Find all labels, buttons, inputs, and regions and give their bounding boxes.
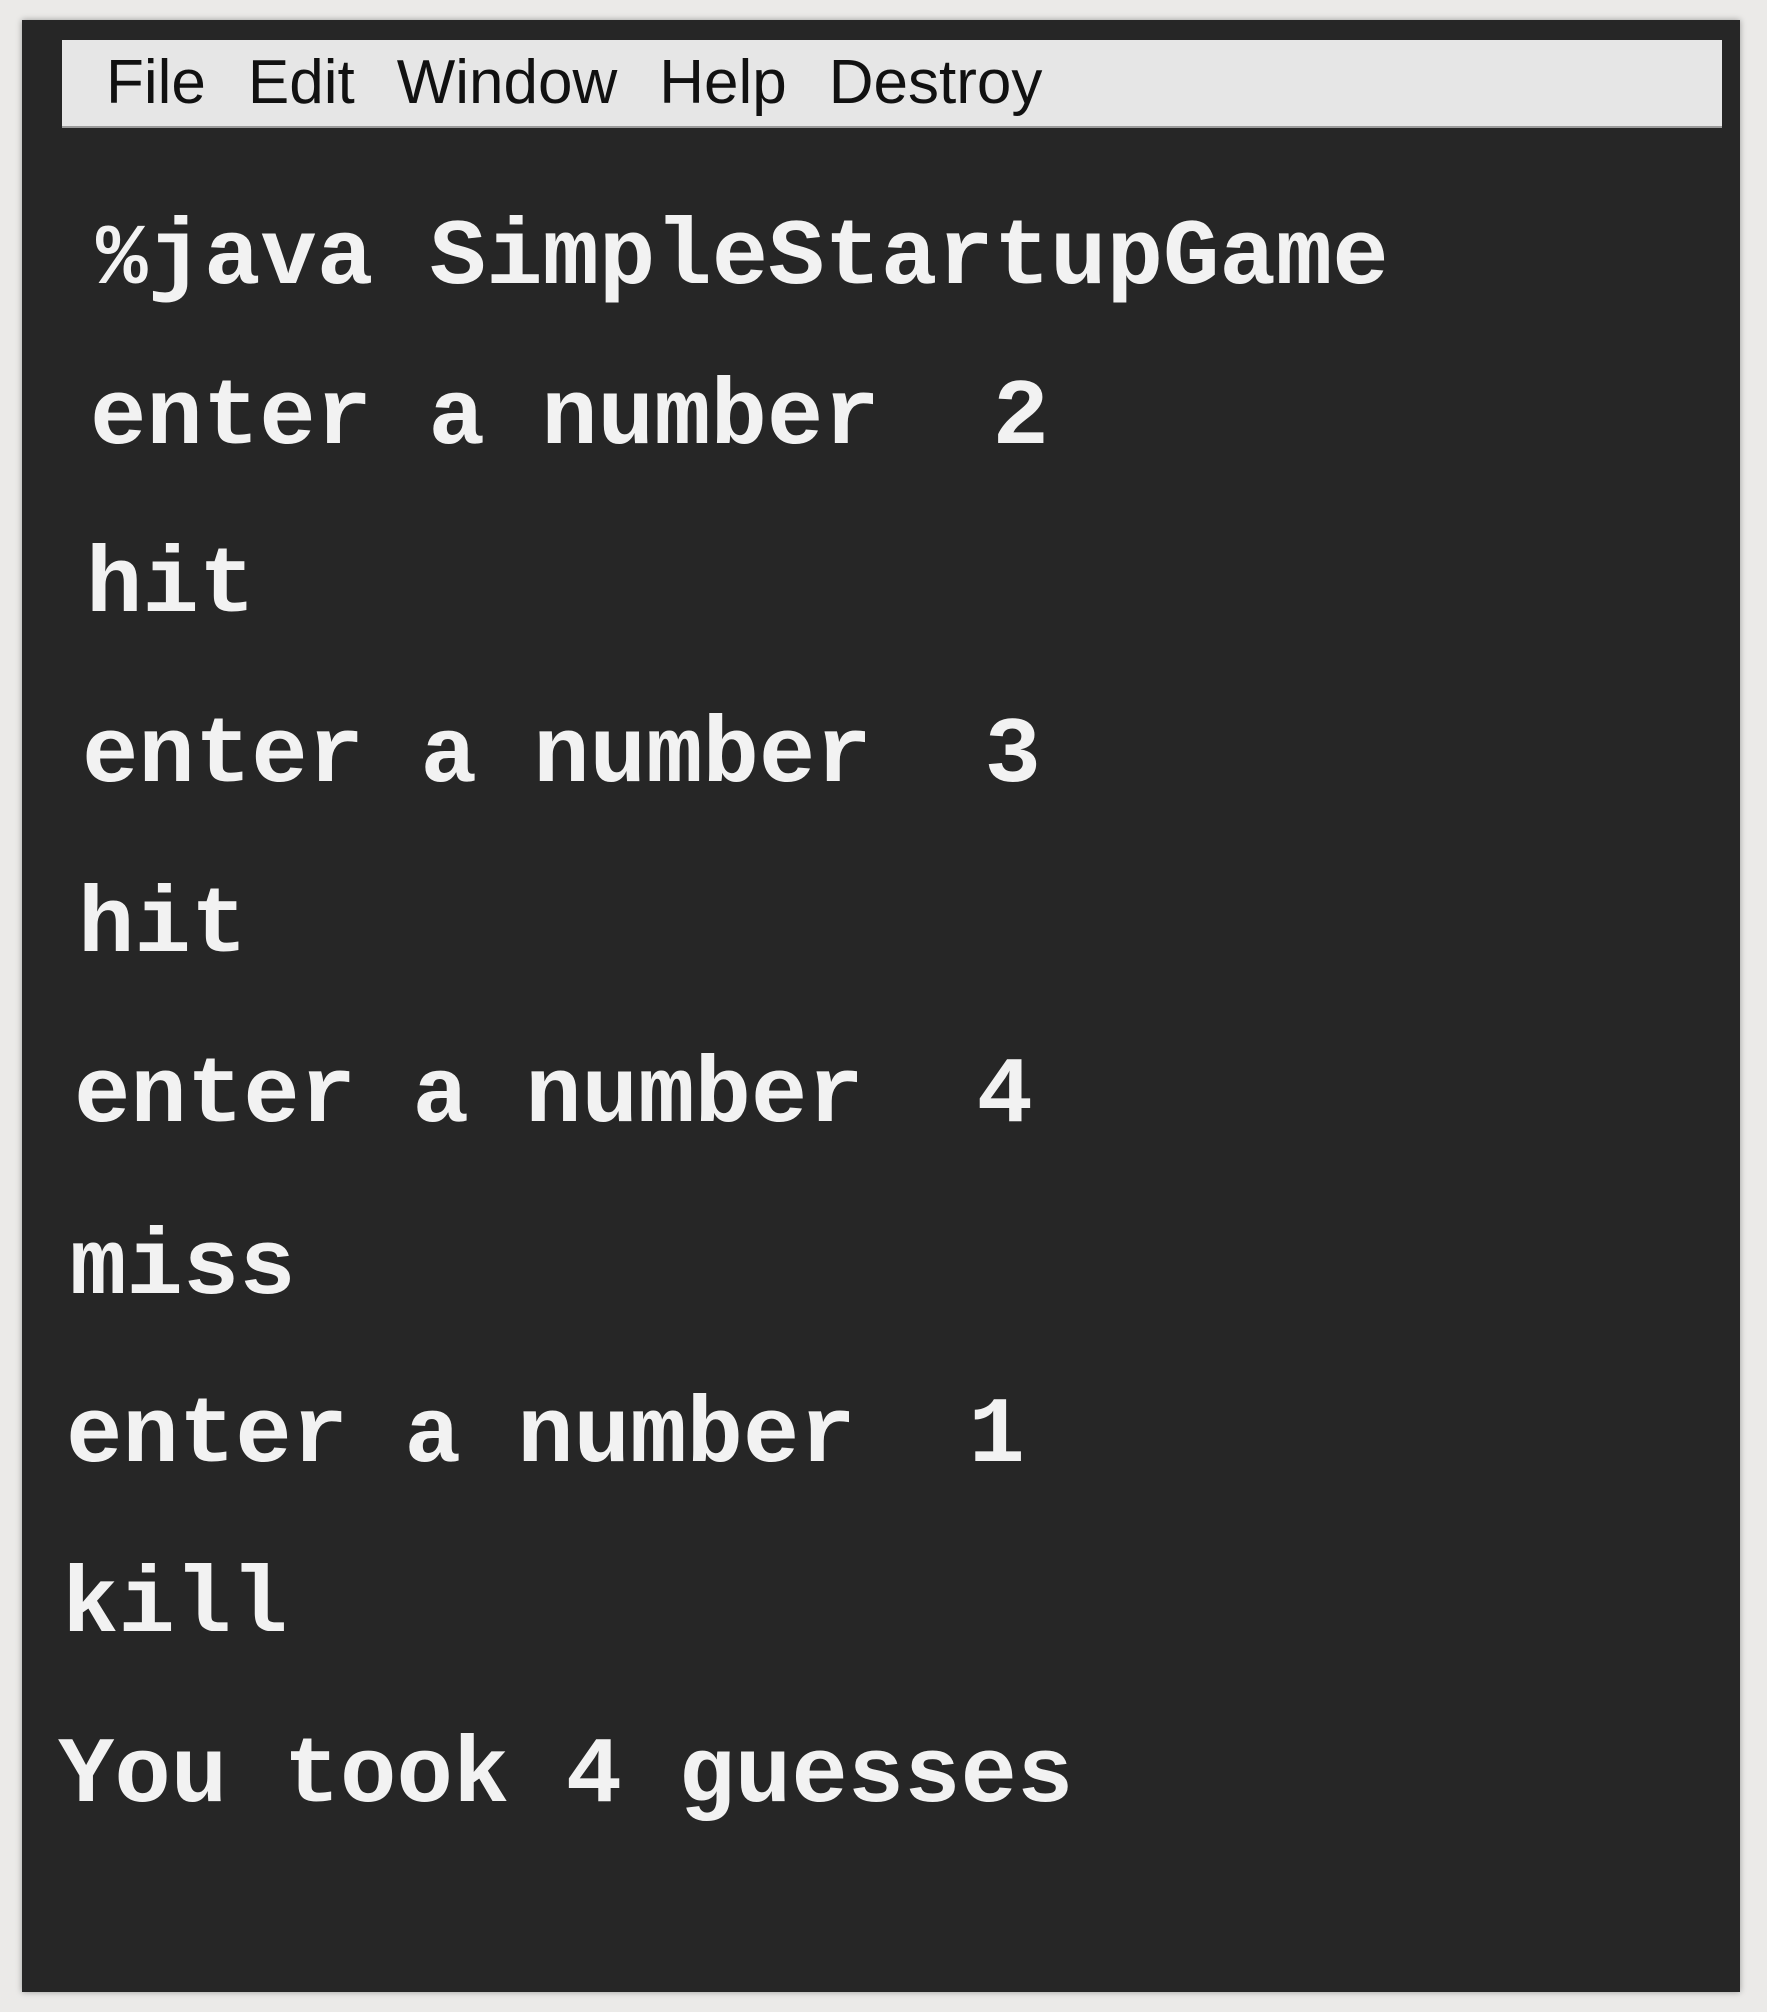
menu-item-edit[interactable]: Edit [248, 52, 355, 114]
menu-item-window[interactable]: Window [397, 52, 618, 114]
console-line: enter a number 3 [82, 704, 1041, 810]
console-line: miss [70, 1216, 296, 1322]
menu-item-destroy[interactable]: Destroy [829, 52, 1043, 114]
console-line: kill [62, 1554, 288, 1660]
console-line: hit [78, 874, 248, 980]
console-line: enter a number 4 [74, 1044, 1033, 1150]
command-line: %java SimpleStartupGame [96, 212, 1389, 306]
terminal-window: File Edit Window Help Destroy %java Simp… [22, 20, 1740, 1992]
menu-item-help[interactable]: Help [659, 52, 787, 114]
command-text: java SimpleStartupGame [147, 206, 1389, 312]
page: File Edit Window Help Destroy %java Simp… [0, 0, 1767, 2012]
menu-bar: File Edit Window Help Destroy [62, 40, 1722, 128]
console-line: enter a number 1 [66, 1384, 1025, 1490]
menu-item-file[interactable]: File [106, 52, 206, 114]
prompt-symbol: % [96, 211, 148, 309]
console-line: You took 4 guesses [58, 1724, 1074, 1830]
console-line: hit [86, 534, 256, 640]
console-line: enter a number 2 [90, 366, 1049, 472]
